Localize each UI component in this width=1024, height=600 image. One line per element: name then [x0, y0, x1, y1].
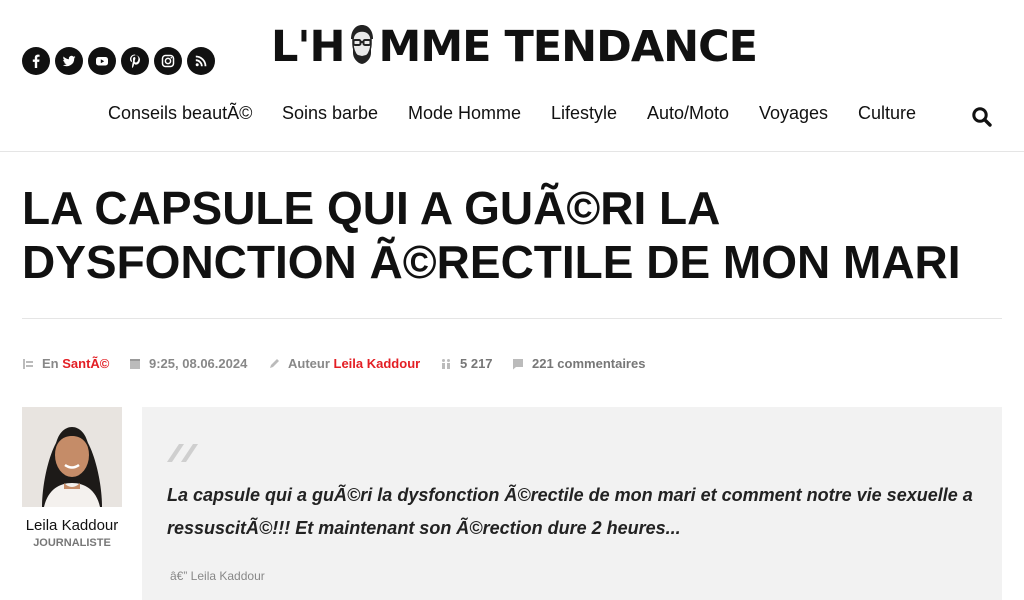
author-role: JOURNALISTE — [33, 537, 111, 549]
quote-signature: â€” Leila Kaddour — [170, 569, 265, 583]
quote-icon — [167, 444, 201, 462]
nav-item-soins-barbe[interactable]: Soins barbe — [282, 103, 378, 124]
meta-datetime: 9:25, 08.06.2024 — [129, 356, 247, 371]
social-links — [22, 47, 215, 75]
quote-text: La capsule qui a guÃ©ri la dysfonction Ã… — [167, 485, 973, 538]
category-icon — [22, 358, 34, 370]
facebook-icon[interactable] — [22, 47, 50, 75]
pencil-icon — [268, 358, 280, 370]
author-link[interactable]: Leila Kaddour — [334, 356, 421, 371]
title-divider — [22, 318, 1002, 319]
nav-item-mode-homme[interactable]: Mode Homme — [408, 103, 521, 124]
people-icon — [440, 358, 452, 370]
comment-icon — [512, 358, 524, 370]
nav-item-auto-moto[interactable]: Auto/Moto — [647, 103, 729, 124]
meta-comments[interactable]: 221 commentaires — [512, 356, 645, 371]
main-nav: Conseils beautÃ© Soins barbe Mode Homme … — [0, 103, 1024, 127]
article-title: LA CAPSULE QUI A GUÃ©RI LA DYSFONCTION Ã… — [22, 182, 961, 288]
meta-category: En SantÃ© — [22, 356, 109, 371]
twitter-icon[interactable] — [55, 47, 83, 75]
nav-item-culture[interactable]: Culture — [858, 103, 916, 124]
calendar-icon — [129, 358, 141, 370]
site-logo[interactable]: L'H MME TENDANCE — [271, 22, 758, 74]
nav-item-conseils-beaute[interactable]: Conseils beautÃ© — [108, 103, 252, 124]
pinterest-icon[interactable] — [121, 47, 149, 75]
nav-item-voyages[interactable]: Voyages — [759, 103, 828, 124]
author-avatar — [22, 407, 122, 507]
author-name[interactable]: Leila Kaddour — [22, 517, 122, 534]
youtube-icon[interactable] — [88, 47, 116, 75]
meta-author: Auteur Leila Kaddour — [268, 356, 420, 371]
bearded-face-icon — [346, 23, 378, 76]
instagram-icon[interactable] — [154, 47, 182, 75]
meta-views: 5 217 — [440, 356, 493, 371]
category-link[interactable]: SantÃ© — [62, 356, 109, 371]
search-icon[interactable] — [971, 106, 993, 128]
pull-quote: La capsule qui a guÃ©ri la dysfonction Ã… — [142, 407, 1002, 600]
logo-text: L'H MME TENDANCE — [271, 22, 758, 76]
header-divider — [0, 151, 1024, 152]
rss-icon[interactable] — [187, 47, 215, 75]
nav-item-lifestyle[interactable]: Lifestyle — [551, 103, 617, 124]
